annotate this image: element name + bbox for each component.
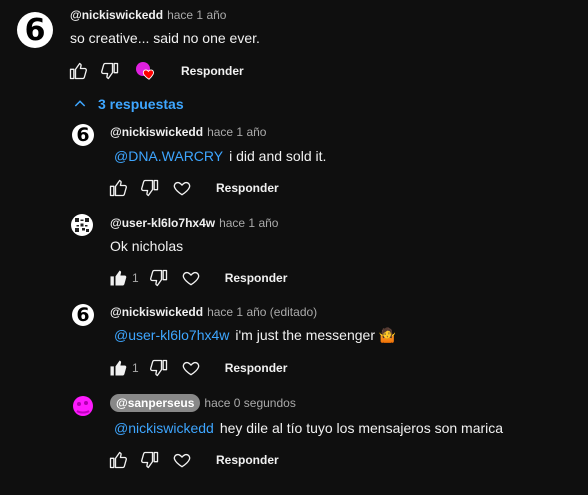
- thumb-up-icon: [109, 179, 128, 197]
- timestamp[interactable]: hace 1 año (editado): [207, 305, 317, 319]
- like-button[interactable]: [66, 59, 90, 83]
- like-button[interactable]: [106, 176, 130, 200]
- creator-heart-badge: [134, 59, 158, 83]
- mention-link[interactable]: @nickiswickedd: [114, 420, 214, 436]
- reply-actions: 1 Responder: [106, 356, 287, 380]
- reply-button[interactable]: Responder: [181, 64, 244, 78]
- timestamp[interactable]: hace 0 segundos: [204, 396, 295, 410]
- like-button[interactable]: [106, 356, 130, 380]
- avatar-sanperseus[interactable]: [71, 394, 95, 418]
- heart-button[interactable]: [179, 356, 203, 380]
- reply-actions: Responder: [106, 176, 279, 200]
- author-name[interactable]: @user-kl6lo7hx4w: [110, 216, 215, 230]
- reply-actions: 1 Responder: [106, 266, 287, 290]
- reply-header: @sanperseus hace 0 segundos: [110, 394, 296, 412]
- heart-outline-icon: [173, 181, 191, 196]
- pink-creature-avatar-icon: [73, 396, 93, 416]
- reply-actions: Responder: [106, 448, 279, 472]
- comment-actions: Responder: [66, 59, 244, 83]
- reply-header: @nickiswickedd hace 1 año: [110, 125, 266, 139]
- heart-outline-icon: [173, 453, 191, 468]
- timestamp[interactable]: hace 1 año: [207, 125, 266, 139]
- qr-pattern-avatar-icon: [75, 218, 89, 232]
- dislike-button[interactable]: [147, 356, 171, 380]
- thumb-up-icon: [69, 62, 88, 80]
- thumb-down-icon: [141, 451, 159, 469]
- heart-outline-icon: [182, 271, 199, 286]
- timestamp[interactable]: hace 1 año: [219, 216, 278, 230]
- mention-link[interactable]: @DNA.WARCRY: [114, 148, 223, 164]
- like-count: 1: [132, 271, 139, 285]
- reply-text: @DNA.WARCRY i did and sold it.: [114, 148, 326, 164]
- reply-button[interactable]: Responder: [225, 361, 288, 375]
- reply-body: i did and sold it.: [229, 148, 327, 164]
- thumb-up-icon: [109, 451, 128, 469]
- reply-text: Ok nicholas: [110, 238, 183, 254]
- reply-button[interactable]: Responder: [216, 181, 279, 195]
- reply-header: @nickiswickedd hace 1 año (editado): [110, 305, 317, 319]
- dislike-button[interactable]: [138, 176, 162, 200]
- comment-text: so creative... said no one ever.: [70, 30, 260, 46]
- reply-text: @nickiswickedd hey dile al tío tuyo los m…: [114, 420, 503, 436]
- avatar-nickiswickedd[interactable]: 6: [72, 304, 94, 326]
- reply-header: @user-kl6lo7hx4w hace 1 año: [110, 216, 278, 230]
- thumb-down-icon: [141, 179, 159, 197]
- dislike-button[interactable]: [98, 59, 122, 83]
- comment-header: @nickiswickedd hace 1 año: [70, 8, 226, 22]
- heart-icon: [142, 69, 154, 80]
- mention-link[interactable]: @user-kl6lo7hx4w: [114, 327, 229, 343]
- reply-body: hey dile al tío tuyo los mensajeros son …: [219, 420, 504, 436]
- reply-body: i'm just the messenger 🤷: [235, 327, 397, 343]
- thumb-down-icon: [101, 62, 119, 80]
- like-button[interactable]: [106, 266, 130, 290]
- dislike-button[interactable]: [138, 448, 162, 472]
- replies-toggle[interactable]: 3 respuestas: [72, 96, 184, 112]
- author-name[interactable]: @nickiswickedd: [70, 8, 163, 22]
- avatar-user-kl6lo7hx4w[interactable]: [71, 214, 93, 236]
- thumb-up-filled-icon: [110, 270, 127, 286]
- heart-button[interactable]: [170, 448, 194, 472]
- reply-button[interactable]: Responder: [216, 453, 279, 467]
- heart-outline-icon: [182, 361, 199, 376]
- reply-body: Ok nicholas: [110, 238, 184, 254]
- dislike-button[interactable]: [147, 266, 171, 290]
- heart-button[interactable]: [170, 176, 194, 200]
- avatar-nickiswickedd[interactable]: 6: [17, 12, 53, 48]
- thumb-down-icon: [149, 269, 167, 287]
- author-name-owner-badge[interactable]: @sanperseus: [110, 394, 201, 412]
- thumb-up-filled-icon: [110, 360, 127, 376]
- thumb-down-icon: [149, 359, 167, 377]
- avatar-nickiswickedd[interactable]: 6: [72, 124, 94, 146]
- author-name[interactable]: @nickiswickedd: [110, 305, 203, 319]
- reply-text: @user-kl6lo7hx4w i'm just the messenger 🤷: [114, 327, 396, 344]
- like-count: 1: [132, 361, 139, 375]
- reply-button[interactable]: Responder: [225, 271, 288, 285]
- like-button[interactable]: [106, 448, 130, 472]
- timestamp[interactable]: hace 1 año: [167, 8, 226, 22]
- author-name[interactable]: @nickiswickedd: [110, 125, 203, 139]
- chevron-up-icon: [74, 100, 86, 107]
- heart-button[interactable]: [179, 266, 203, 290]
- replies-count-label: 3 respuestas: [98, 96, 184, 112]
